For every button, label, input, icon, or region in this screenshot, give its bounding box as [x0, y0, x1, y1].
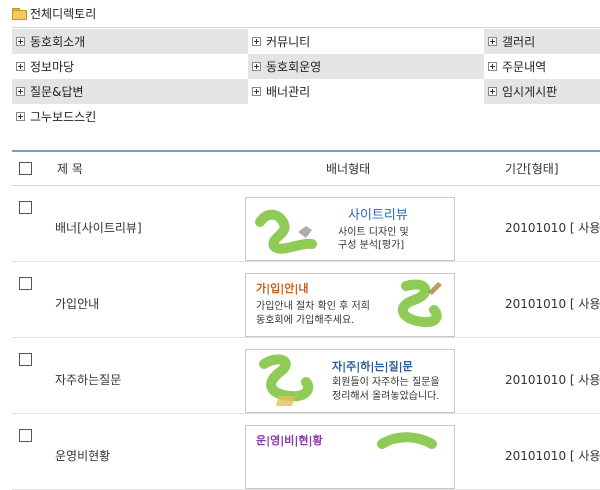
row-checkbox[interactable]: [19, 277, 32, 290]
banner-title: 자|주|하|는|질|문: [332, 360, 413, 373]
menu-item-community[interactable]: 커뮤니티: [248, 29, 484, 54]
banner-desc-line1: 가입안내 절차 확인 후 저희: [256, 301, 370, 312]
banner-desc-line1: 사이트 디자인 및: [338, 227, 409, 238]
menu-item-banner-manage[interactable]: 배너관리: [248, 79, 484, 104]
column-header-period: 기간[형태]: [505, 162, 559, 176]
banner-preview-faq[interactable]: 자|주|하|는|질|문 회원들이 자주하는 질문을 정리해서 올려놓았습니다.: [245, 349, 455, 413]
expand-plus-icon[interactable]: [252, 87, 261, 96]
row-checkbox[interactable]: [19, 201, 32, 214]
menu-item-club-intro[interactable]: 동호회소개: [12, 29, 248, 54]
menu-row: 그누보드스킨: [12, 104, 600, 129]
banner-title: 가|입|안|내: [256, 282, 309, 295]
menu-row: 정보마당 동호회운영 주문내역: [12, 54, 600, 79]
banner-preview-operating-cost[interactable]: 운|영|비|현|황: [245, 425, 455, 489]
expand-plus-icon[interactable]: [16, 37, 25, 46]
banner-preview-site-review[interactable]: 사이트리뷰 사이트 디자인 및 구성 분석[평가]: [245, 197, 455, 261]
table-row[interactable]: 자주하는질문 자|주|하|는|질|문 회원들이 자주하는 질문을 정리해서 올려…: [12, 338, 600, 414]
expand-plus-icon[interactable]: [16, 112, 25, 121]
column-header-title: 제 목: [57, 162, 83, 176]
row-period: 20101010 [ 사용중: [505, 373, 600, 387]
row-title[interactable]: 자주하는질문: [55, 371, 121, 388]
select-all-checkbox[interactable]: [19, 162, 32, 175]
row-checkbox[interactable]: [19, 353, 32, 366]
menu-item-temp-board[interactable]: 임시게시판: [484, 79, 600, 104]
directory-title: 전체디렉토리: [30, 6, 97, 21]
expand-plus-icon[interactable]: [252, 62, 261, 71]
folder-icon: [12, 8, 27, 20]
menu-item-orders[interactable]: 주문내역: [484, 54, 600, 79]
directory-header[interactable]: 전체디렉토리: [12, 4, 96, 22]
menu-item-club-operation[interactable]: 동호회운영: [248, 54, 484, 79]
banner-desc-line2: 동호회에 가입해주세요.: [256, 315, 355, 326]
row-period: 20101010 [ 사용중: [505, 221, 600, 235]
row-title[interactable]: 배너[사이트리뷰]: [55, 219, 142, 236]
table-row[interactable]: 운영비현황 운|영|비|현|황 20101010 [ 사용중: [12, 414, 600, 490]
green-swirl-icon: [397, 279, 442, 328]
banner-table: 제 목 배너형태 기간[형태] 배너[사이트리뷰] 사이트리뷰 사이트 디자인 …: [12, 150, 600, 490]
menu-item-info[interactable]: 정보마당: [12, 54, 248, 79]
category-menu: 동호회소개 커뮤니티 갤러리 정보마당 동호회운영 주문내역 질문&답변 배너관…: [12, 29, 600, 129]
banner-title: 사이트리뷰: [348, 208, 408, 223]
menu-item-gallery[interactable]: 갤러리: [484, 29, 600, 54]
expand-plus-icon[interactable]: [16, 87, 25, 96]
table-row[interactable]: 가입안내 가|입|안|내 가입안내 절차 확인 후 저희 동호회에 가입해주세요…: [12, 262, 600, 338]
menu-item-gnuboard-skin[interactable]: 그누보드스킨: [12, 104, 248, 129]
expand-plus-icon[interactable]: [488, 62, 497, 71]
banner-title: 운|영|비|현|황: [256, 434, 323, 447]
table-row[interactable]: 배너[사이트리뷰] 사이트리뷰 사이트 디자인 및 구성 분석[평가] 2010…: [12, 186, 600, 262]
banner-desc-line2: 정리해서 올려놓았습니다.: [332, 391, 440, 402]
expand-plus-icon[interactable]: [16, 62, 25, 71]
banner-desc-line2: 구성 분석[평가]: [338, 240, 405, 251]
row-period: 20101010 [ 사용중: [505, 297, 600, 311]
menu-row: 동호회소개 커뮤니티 갤러리: [12, 29, 600, 54]
expand-plus-icon[interactable]: [252, 37, 261, 46]
green-swirl-icon: [259, 354, 314, 406]
divider: [12, 27, 600, 28]
menu-row: 질문&답변 배너관리 임시게시판: [12, 79, 600, 104]
green-swirl-icon: [255, 209, 317, 254]
column-header-banner: 배너형태: [326, 162, 371, 176]
green-swirl-icon: [377, 432, 437, 449]
row-title[interactable]: 가입안내: [55, 295, 99, 312]
row-checkbox[interactable]: [19, 429, 32, 442]
banner-desc-line1: 회원들이 자주하는 질문을: [332, 377, 440, 388]
table-header: 제 목 배너형태 기간[형태]: [12, 150, 600, 186]
expand-plus-icon[interactable]: [488, 87, 497, 96]
expand-plus-icon[interactable]: [488, 37, 497, 46]
menu-item-qna[interactable]: 질문&답변: [12, 79, 248, 104]
banner-preview-join-guide[interactable]: 가|입|안|내 가입안내 절차 확인 후 저희 동호회에 가입해주세요.: [245, 273, 455, 337]
